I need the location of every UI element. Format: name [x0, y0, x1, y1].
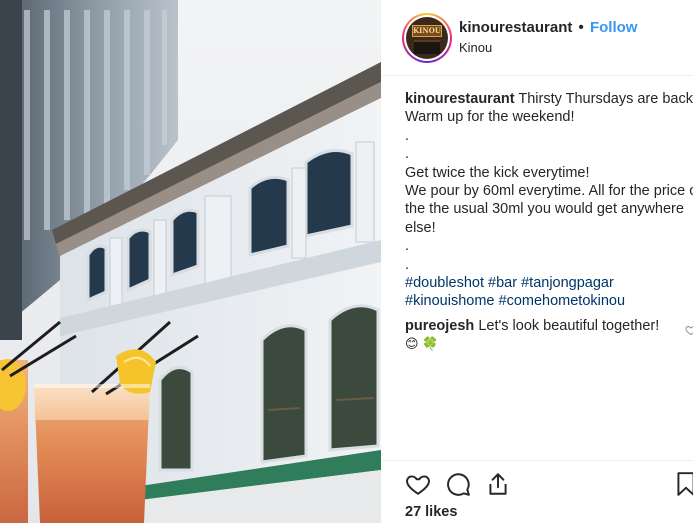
- heart-icon[interactable]: [405, 471, 431, 497]
- caption-line-5: We pour by 60ml everytime. All for the p…: [405, 183, 693, 236]
- comment-username[interactable]: pureojesh: [405, 318, 474, 334]
- avatar-border: KINOU: [404, 15, 450, 61]
- post-photo[interactable]: [0, 0, 381, 523]
- comment-bubble-icon[interactable]: [445, 471, 471, 497]
- separator-dot: •: [578, 19, 584, 36]
- hashtag[interactable]: #doubleshot: [405, 275, 484, 291]
- comments-section: kinourestaurant Thirsty Thursdays are ba…: [405, 90, 693, 353]
- post-photo-illustration: [0, 0, 381, 523]
- header-username[interactable]: kinourestaurant: [459, 19, 572, 36]
- bookmark-icon[interactable]: [673, 471, 693, 497]
- header-username-line: kinourestaurant • Follow: [459, 19, 637, 36]
- hashtag[interactable]: #comehometokinou: [499, 293, 626, 309]
- caption-username[interactable]: kinourestaurant: [405, 91, 515, 107]
- avatar-sign-text: KINOU: [413, 26, 441, 35]
- caption: kinourestaurant Thirsty Thursdays are ba…: [405, 90, 693, 311]
- caption-line-2: .: [405, 127, 410, 144]
- location-link[interactable]: Kinou: [459, 40, 492, 55]
- avatar-sign: KINOU: [412, 25, 442, 37]
- avatar-window: [414, 40, 440, 54]
- post-header: KINOU kinourestaurant • Follow Kinou: [381, 0, 693, 76]
- follow-button[interactable]: Follow: [590, 19, 638, 36]
- caption-line-6: .: [405, 238, 410, 255]
- caption-line-3: .: [405, 146, 410, 163]
- comment-emojis: 😊 🍀: [405, 336, 439, 352]
- comment: pureojesh Let's look beautiful together!…: [405, 317, 693, 353]
- avatar-image: KINOU: [406, 17, 448, 59]
- hashtag[interactable]: #tanjongpagar: [521, 275, 614, 291]
- caption-line-4: Get twice the kick everytime!: [405, 164, 590, 181]
- hashtag[interactable]: #kinouishome: [405, 293, 494, 309]
- avatar[interactable]: KINOU: [402, 13, 452, 63]
- hashtag[interactable]: #bar: [488, 275, 517, 291]
- post-sidebar: KINOU kinourestaurant • Follow Kinou kin…: [381, 0, 693, 523]
- comment-like-heart-icon[interactable]: [685, 324, 693, 336]
- comment-text: Let's look beautiful together!: [474, 317, 660, 334]
- caption-line-7: .: [405, 256, 410, 273]
- likes-count[interactable]: 27 likes: [405, 504, 457, 520]
- share-icon[interactable]: [485, 471, 511, 497]
